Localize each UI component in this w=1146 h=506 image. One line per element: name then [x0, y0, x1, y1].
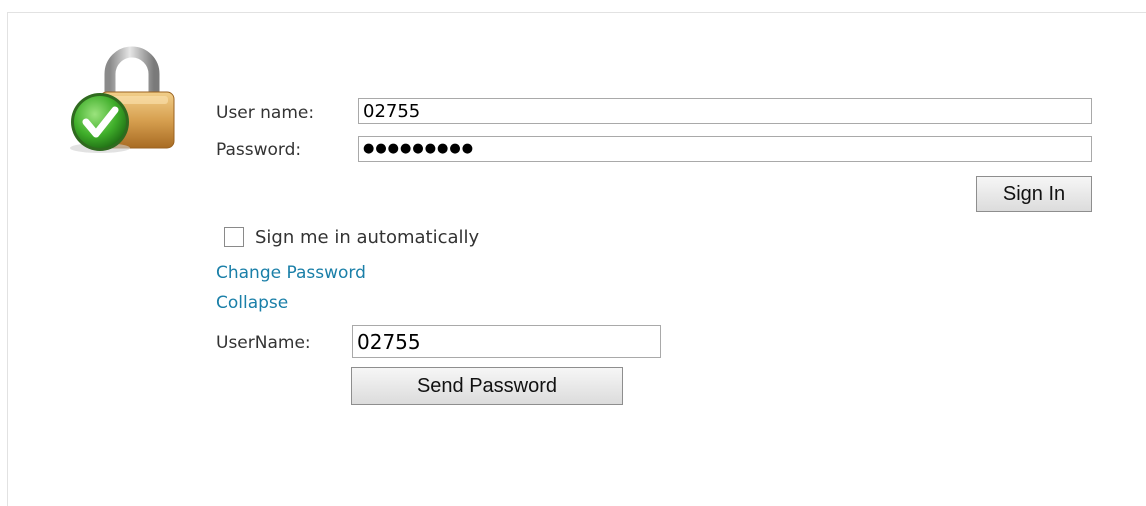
padlock-check-icon	[70, 46, 175, 153]
remember-label: Sign me in automatically	[255, 227, 480, 248]
username-label: User name:	[216, 103, 315, 123]
password-label: Password:	[216, 140, 302, 160]
collapse-link[interactable]: Collapse	[216, 293, 288, 313]
recovery-username-label: UserName:	[216, 333, 311, 353]
sign-in-button[interactable]: Sign In	[976, 176, 1092, 212]
password-field[interactable]: ●●●●●●●●●	[358, 136, 1092, 162]
remember-checkbox[interactable]	[224, 227, 244, 247]
send-password-button[interactable]: Send Password	[351, 367, 623, 405]
recovery-username-field[interactable]	[352, 325, 661, 358]
username-field[interactable]	[358, 98, 1092, 124]
change-password-link[interactable]: Change Password	[216, 263, 366, 283]
